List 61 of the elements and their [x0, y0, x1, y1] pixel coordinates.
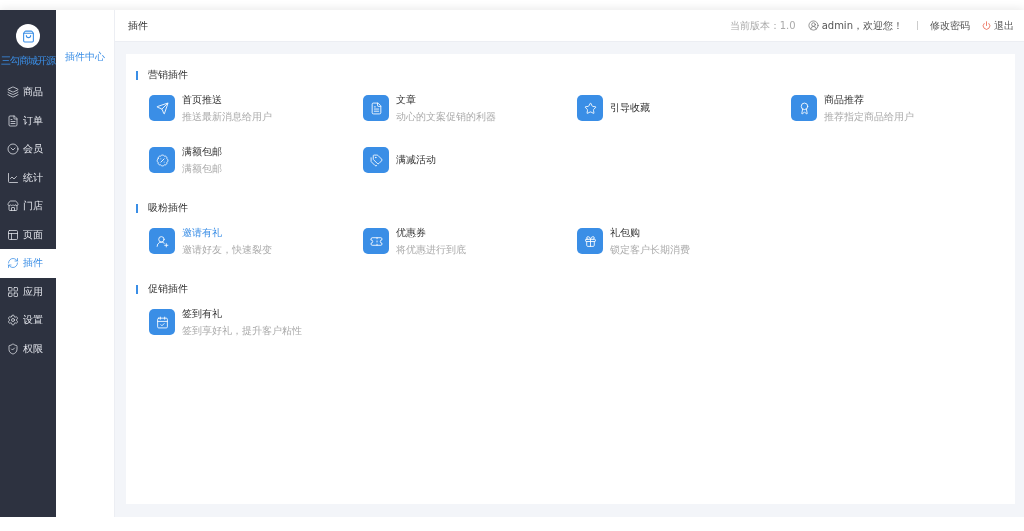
- chevron-circle-icon: [7, 143, 19, 156]
- plugin-name[interactable]: 礼包购: [610, 225, 690, 240]
- user-icon: [807, 20, 819, 31]
- nav-item[interactable]: 门店: [0, 192, 57, 221]
- brand-name: 三勾商城开源: [1, 54, 56, 68]
- settings-icon: [7, 314, 19, 327]
- section-title: 吸粉插件: [148, 201, 188, 215]
- grid-icon: [7, 285, 19, 298]
- line-chart-icon: [7, 171, 19, 184]
- plugin-name[interactable]: 商品推荐: [824, 92, 914, 107]
- nav-item[interactable]: 订单: [0, 106, 57, 135]
- nav-item[interactable]: 会员: [0, 135, 57, 164]
- plugin-name[interactable]: 优惠券: [396, 225, 466, 240]
- welcome-text: admin，欢迎您！: [821, 18, 903, 33]
- section-title: 促销插件: [148, 282, 188, 296]
- plugin-name[interactable]: 引导收藏: [610, 101, 650, 115]
- plugin-description: 签到享好礼，提升客户粘性: [182, 323, 302, 338]
- plugin-icon[interactable]: [363, 228, 389, 254]
- plugin-description: 锁定客户长期消费: [610, 242, 690, 257]
- nav-item[interactable]: 应用: [0, 277, 57, 306]
- plugin-description: 推荐指定商品给用户: [824, 109, 914, 124]
- submenu-item[interactable]: 插件中心: [65, 50, 106, 64]
- nav-item[interactable]: 商品: [0, 78, 57, 107]
- logout-link[interactable]: 退出: [994, 18, 1014, 33]
- version-text: 当前版本：1.0: [729, 18, 796, 33]
- plugin-description: 动心的文案促销的利器: [396, 109, 496, 124]
- plugin-icon[interactable]: [363, 147, 389, 173]
- nav-item[interactable]: 插件: [0, 249, 57, 278]
- plugin-name[interactable]: 满额包邮: [182, 144, 222, 159]
- plugin-description: 满额包邮: [182, 161, 222, 176]
- shield-icon: [7, 342, 19, 355]
- plugin-icon[interactable]: [791, 95, 817, 121]
- page-title: 插件: [128, 18, 149, 33]
- power-icon: [982, 21, 991, 30]
- nav-item[interactable]: 权限: [0, 334, 57, 363]
- plugin-name[interactable]: 首页推送: [182, 92, 272, 107]
- plugin-description: 推送最新消息给用户: [182, 109, 272, 124]
- plugin-icon[interactable]: [577, 95, 603, 121]
- plugin-icon[interactable]: [149, 95, 175, 121]
- plugin-icon[interactable]: [149, 147, 175, 173]
- change-password-link[interactable]: 修改密码: [930, 18, 970, 33]
- plugin-name[interactable]: 邀请有礼: [182, 225, 272, 240]
- plugin-icon[interactable]: [149, 309, 175, 335]
- plugin-name[interactable]: 签到有礼: [182, 306, 302, 321]
- section-title: 营销插件: [148, 68, 188, 82]
- nav-item[interactable]: 页面: [0, 220, 57, 249]
- plugin-name[interactable]: 满减活动: [396, 153, 436, 167]
- plugin-name[interactable]: 文章: [396, 92, 496, 107]
- plugin-icon[interactable]: [577, 228, 603, 254]
- bag-logo-icon: [16, 24, 41, 48]
- nav-item[interactable]: 统计: [0, 163, 57, 192]
- store-icon: [7, 200, 19, 213]
- plugin-description: 邀请好友，快速裂变: [182, 242, 272, 257]
- nav-item[interactable]: 设置: [0, 306, 57, 335]
- plugin-description: 将优惠进行到底: [396, 242, 466, 257]
- plugin-icon[interactable]: [363, 95, 389, 121]
- layers-icon: [7, 86, 19, 99]
- document-icon: [7, 114, 19, 127]
- refresh-icon: [7, 257, 19, 270]
- plugin-icon[interactable]: [149, 228, 175, 254]
- page-layout-icon: [7, 228, 19, 241]
